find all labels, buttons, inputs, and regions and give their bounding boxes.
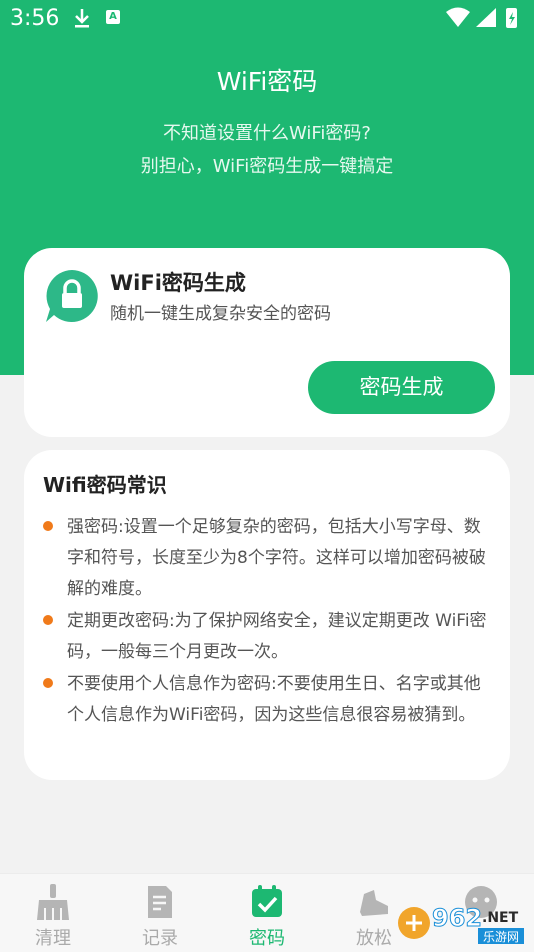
generate-password-button[interactable]: 密码生成 bbox=[308, 361, 495, 414]
calendar-check-icon bbox=[252, 885, 282, 917]
tab-records[interactable]: 记录 bbox=[107, 874, 213, 952]
generator-description: 随机一键生成复杂安全的密码 bbox=[110, 304, 331, 324]
tab-label: 记录 bbox=[142, 928, 178, 949]
lock-chat-icon bbox=[46, 270, 98, 322]
notification-app-letter: A bbox=[109, 11, 117, 22]
tip-text: 不要使用个人信息作为密码:不要使用生日、名字或其他个人信息作为WiFi密码，因为… bbox=[67, 674, 481, 725]
tip-item: 定期更改密码:为了保护网络安全，建议定期更改 WiFi密码，一般每三个月更改一次… bbox=[43, 606, 495, 668]
bullet-dot-icon bbox=[43, 521, 53, 531]
document-icon bbox=[148, 886, 172, 918]
site-watermark-logo: 962 .NET 乐游网 bbox=[398, 904, 524, 944]
tab-password[interactable]: 密码 bbox=[214, 874, 320, 952]
tab-clean[interactable]: 清理 bbox=[0, 874, 106, 952]
wifi-icon bbox=[446, 7, 470, 27]
broom-icon bbox=[37, 884, 69, 920]
watermark-text-site: 乐游网 bbox=[483, 930, 519, 944]
status-icons bbox=[446, 7, 517, 28]
header-subtitle-line1: 不知道设置什么WiFi密码? bbox=[162, 123, 371, 144]
status-bar: 3:56 A bbox=[0, 0, 534, 38]
status-time: 3:56 bbox=[10, 6, 60, 31]
wifi-tips-card: Wifi密码常识 强密码:设置一个足够复杂的密码，包括大小写字母、数字和符号，长… bbox=[24, 450, 510, 780]
watermark-text-962: 962 bbox=[432, 904, 482, 932]
tip-item: 不要使用个人信息作为密码:不要使用生日、名字或其他个人信息作为WiFi密码，因为… bbox=[43, 669, 495, 731]
shoe-icon bbox=[360, 890, 388, 916]
generator-title: WiFi密码生成 bbox=[110, 271, 246, 295]
tips-title: Wifi密码常识 bbox=[43, 473, 167, 497]
watermark-text-net: .NET bbox=[482, 910, 519, 926]
tip-text: 定期更改密码:为了保护网络安全，建议定期更改 WiFi密码，一般每三个月更改一次… bbox=[67, 611, 487, 662]
page-title: WiFi密码 bbox=[216, 67, 318, 96]
bullet-dot-icon bbox=[43, 615, 53, 625]
bullet-dot-icon bbox=[43, 678, 53, 688]
tab-label: 密码 bbox=[249, 928, 285, 949]
tip-text: 强密码:设置一个足够复杂的密码，包括大小写字母、数字和符号，长度至少为8个字符。… bbox=[67, 517, 486, 599]
notification-app-icon: A bbox=[106, 10, 120, 24]
download-icon bbox=[75, 9, 89, 28]
tip-item: 强密码:设置一个足够复杂的密码，包括大小写字母、数字和符号，长度至少为8个字符。… bbox=[43, 512, 495, 605]
header-subtitle-line2: 别担心，WiFi密码生成一键搞定 bbox=[140, 156, 394, 177]
tab-label: 清理 bbox=[35, 928, 71, 949]
password-generator-card: WiFi密码生成 随机一键生成复杂安全的密码 密码生成 bbox=[24, 248, 510, 437]
signal-icon bbox=[476, 8, 496, 27]
